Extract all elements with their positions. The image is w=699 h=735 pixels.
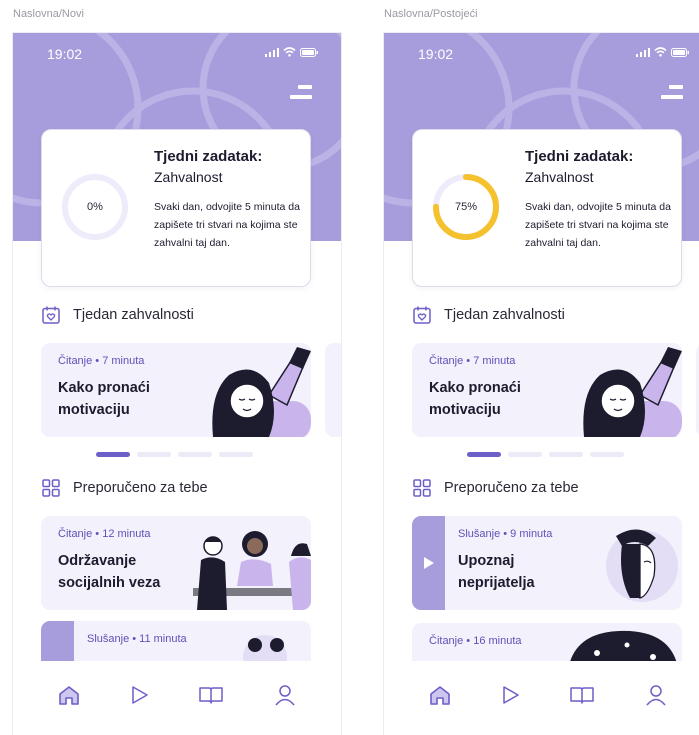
frame-label: Naslovna/Novi [13,8,84,20]
wifi-icon [654,47,667,57]
card-meta: Čitanje • 7 minuta [429,355,516,367]
carousel-dot[interactable] [549,452,583,457]
carousel-dot[interactable] [96,452,130,457]
featured-card[interactable]: Čitanje • 7 minuta Kako pronaći motivaci… [41,343,311,437]
phone-screen-existing: 19:02 75% Tjedni zadatak: Zahvalnost Sva… [383,32,699,735]
card-title: Upoznaj neprijatelja [458,553,535,591]
card-title: Održavanje socijalnih veza [58,553,161,591]
status-time: 19:02 [418,46,454,62]
status-time: 19:02 [47,46,83,62]
signal-icon [636,47,650,57]
featured-card[interactable]: Čitanje • 7 minuta Kako pronaći motivaci… [412,343,682,437]
frame-label: Naslovna/Postojeći [384,8,478,20]
carousel-dot[interactable] [178,452,212,457]
card-title: Kako pronaći motivaciju [429,380,521,418]
home-icon[interactable] [55,681,83,709]
task-title: Tjedni zadatak: [154,148,263,165]
section-week: Tjedan zahvalnosti [41,305,194,325]
book-icon[interactable] [568,681,596,709]
progress-percent: 0% [87,201,103,213]
menu-icon[interactable] [661,85,683,101]
carousel-dot[interactable] [467,452,501,457]
carousel-dot[interactable] [219,452,253,457]
play-icon[interactable] [125,681,153,709]
section-recommended-title: Preporučeno za tebe [73,480,208,496]
section-week-title: Tjedan zahvalnosti [73,307,194,323]
carousel-dot[interactable] [508,452,542,457]
card-meta: Čitanje • 7 minuta [58,355,145,367]
wifi-icon [283,47,296,57]
calendar-heart-icon [413,306,431,324]
card-meta: Slušanje • 11 minuta [87,633,187,645]
carousel-dot[interactable] [590,452,624,457]
carousel-dot[interactable] [137,452,171,457]
carousel-dots[interactable] [96,452,253,457]
grid-icon [413,479,431,497]
weekly-task-card[interactable]: 0% Tjedni zadatak: Zahvalnost Svaki dan,… [41,129,311,287]
progress-percent: 75% [454,201,478,213]
section-recommended-title: Preporučeno za tebe [444,480,579,496]
task-description: Svaki dan, odvojite 5 minuta da zapišete… [525,201,671,249]
menu-icon[interactable] [290,85,312,101]
grid-icon [42,479,60,497]
card-meta: Slušanje • 9 minuta [458,528,553,540]
play-icon [423,557,434,569]
section-week-title: Tjedan zahvalnosti [444,307,565,323]
phone-screen-new: 19:02 0% Tjedni zadatak: Zahvalnost Svak… [12,32,342,735]
battery-icon [300,47,318,57]
status-icons [636,47,690,57]
tab-bar [384,661,699,735]
play-button[interactable] [412,516,445,610]
card-meta: Čitanje • 16 minuta [429,635,522,647]
calendar-heart-icon [42,306,60,324]
task-subtitle: Zahvalnost [525,169,594,185]
woman-illustration [583,347,682,437]
section-week: Tjedan zahvalnosti [412,305,565,325]
task-subtitle: Zahvalnost [154,169,223,185]
status-icons [265,47,319,57]
card-title: Kako pronaći motivaciju [58,380,150,418]
section-recommended: Preporučeno za tebe [41,478,208,498]
task-description: Svaki dan, odvojite 5 minuta da zapišete… [154,201,300,249]
signal-icon [265,47,279,57]
section-recommended: Preporučeno za tebe [412,478,579,498]
home-icon[interactable] [426,681,454,709]
people-talking-illustration [193,531,311,610]
play-icon[interactable] [496,681,524,709]
recommended-card[interactable]: Čitanje • 12 minuta Održavanje socijalni… [41,516,311,610]
task-title: Tjedni zadatak: [525,148,634,165]
profile-icon[interactable] [271,681,299,709]
profile-icon[interactable] [642,681,670,709]
weekly-task-card[interactable]: 75% Tjedni zadatak: Zahvalnost Svaki dan… [412,129,682,287]
woman-illustration [212,347,311,437]
book-icon[interactable] [197,681,225,709]
recommended-card[interactable]: Slušanje • 9 minuta Upoznaj neprijatelja [412,516,682,610]
next-card-peek[interactable] [325,343,341,437]
face-illustration [606,529,678,602]
battery-icon [671,47,689,57]
carousel-dots[interactable] [467,452,624,457]
tab-bar [13,661,341,735]
card-meta: Čitanje • 12 minuta [58,528,151,540]
